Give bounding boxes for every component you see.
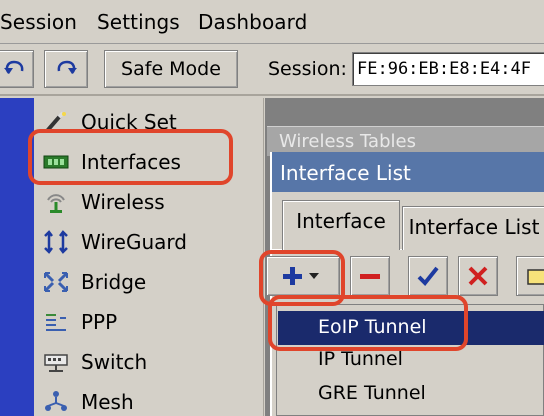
background-window-title: Wireless Tables bbox=[279, 131, 416, 152]
sidebar-item-label: Interfaces bbox=[81, 150, 181, 174]
tab-interface[interactable]: Interface bbox=[282, 200, 400, 250]
add-button[interactable] bbox=[266, 256, 340, 296]
undo-button[interactable] bbox=[0, 50, 34, 88]
menu-settings[interactable]: Settings bbox=[97, 10, 180, 34]
sidebar-item-switch[interactable]: Switch bbox=[34, 342, 264, 382]
bridge-icon bbox=[43, 271, 69, 293]
remove-button[interactable] bbox=[350, 256, 390, 296]
wand-icon bbox=[45, 111, 66, 133]
minus-icon bbox=[360, 274, 380, 279]
sidebar-item-label: Quick Set bbox=[81, 110, 177, 134]
sidebar-item-bridge[interactable]: Bridge bbox=[34, 262, 264, 302]
window-titlebar[interactable]: Interface List bbox=[272, 152, 544, 192]
add-dropdown-menu: EoIP Tunnel IP Tunnel GRE Tunnel bbox=[276, 304, 544, 416]
enable-button[interactable] bbox=[408, 256, 448, 296]
sidebar-item-label: Switch bbox=[81, 350, 148, 374]
network-card-icon bbox=[43, 155, 69, 169]
safe-mode-button[interactable]: Safe Mode bbox=[104, 50, 238, 88]
sidebar-item-wireless[interactable]: Wireless bbox=[34, 182, 264, 222]
wireless-icon bbox=[47, 194, 65, 213]
menu-bar: Session Settings Dashboard bbox=[0, 0, 544, 44]
cross-icon bbox=[468, 266, 488, 286]
tab-interface-list[interactable]: Interface List bbox=[402, 206, 544, 250]
sidebar-item-interfaces[interactable]: Interfaces bbox=[34, 142, 264, 182]
session-field[interactable]: FE:96:EB:E8:E4:4F bbox=[352, 52, 544, 86]
dropdown-item-ip-tunnel[interactable]: IP Tunnel bbox=[278, 343, 544, 377]
menu-dashboard[interactable]: Dashboard bbox=[198, 10, 307, 34]
redo-icon bbox=[57, 60, 77, 74]
dropdown-item-gre-tunnel[interactable]: GRE Tunnel bbox=[278, 377, 544, 411]
menu-session[interactable]: Session bbox=[0, 10, 77, 34]
switch-icon bbox=[44, 354, 68, 372]
toolbar: Safe Mode Session: FE:96:EB:E8:E4:4F bbox=[0, 44, 544, 96]
window-title: Interface List bbox=[280, 161, 411, 185]
sidebar-item-wireguard[interactable]: WireGuard bbox=[34, 222, 264, 262]
comment-button[interactable] bbox=[516, 256, 544, 296]
plus-icon bbox=[283, 267, 319, 285]
sidebar-item-ppp[interactable]: PPP bbox=[34, 302, 264, 342]
dropdown-item-eoip-tunnel[interactable]: EoIP Tunnel bbox=[278, 311, 544, 345]
ppp-icon bbox=[46, 314, 66, 331]
sidebar-item-label: WireGuard bbox=[81, 230, 187, 254]
sidebar-item-label: Mesh bbox=[81, 390, 134, 414]
note-icon bbox=[527, 269, 544, 285]
sidebar-item-label: Bridge bbox=[81, 270, 147, 294]
disable-button[interactable] bbox=[458, 256, 498, 296]
sidebar-item-mesh[interactable]: Mesh bbox=[34, 382, 264, 416]
session-label: Session: bbox=[268, 58, 347, 80]
mesh-icon bbox=[45, 391, 67, 411]
sidebar-item-label: Wireless bbox=[81, 190, 165, 214]
redo-button[interactable] bbox=[44, 50, 88, 88]
sidebar: Quick Set Interfaces Wireless WireGuard bbox=[34, 98, 264, 416]
undo-icon bbox=[4, 60, 24, 74]
sidebar-item-quick-set[interactable]: Quick Set bbox=[34, 102, 264, 142]
left-strip bbox=[0, 98, 34, 416]
checkmark-icon bbox=[417, 266, 439, 286]
wireguard-icon bbox=[44, 230, 68, 254]
sidebar-item-label: PPP bbox=[81, 310, 118, 334]
